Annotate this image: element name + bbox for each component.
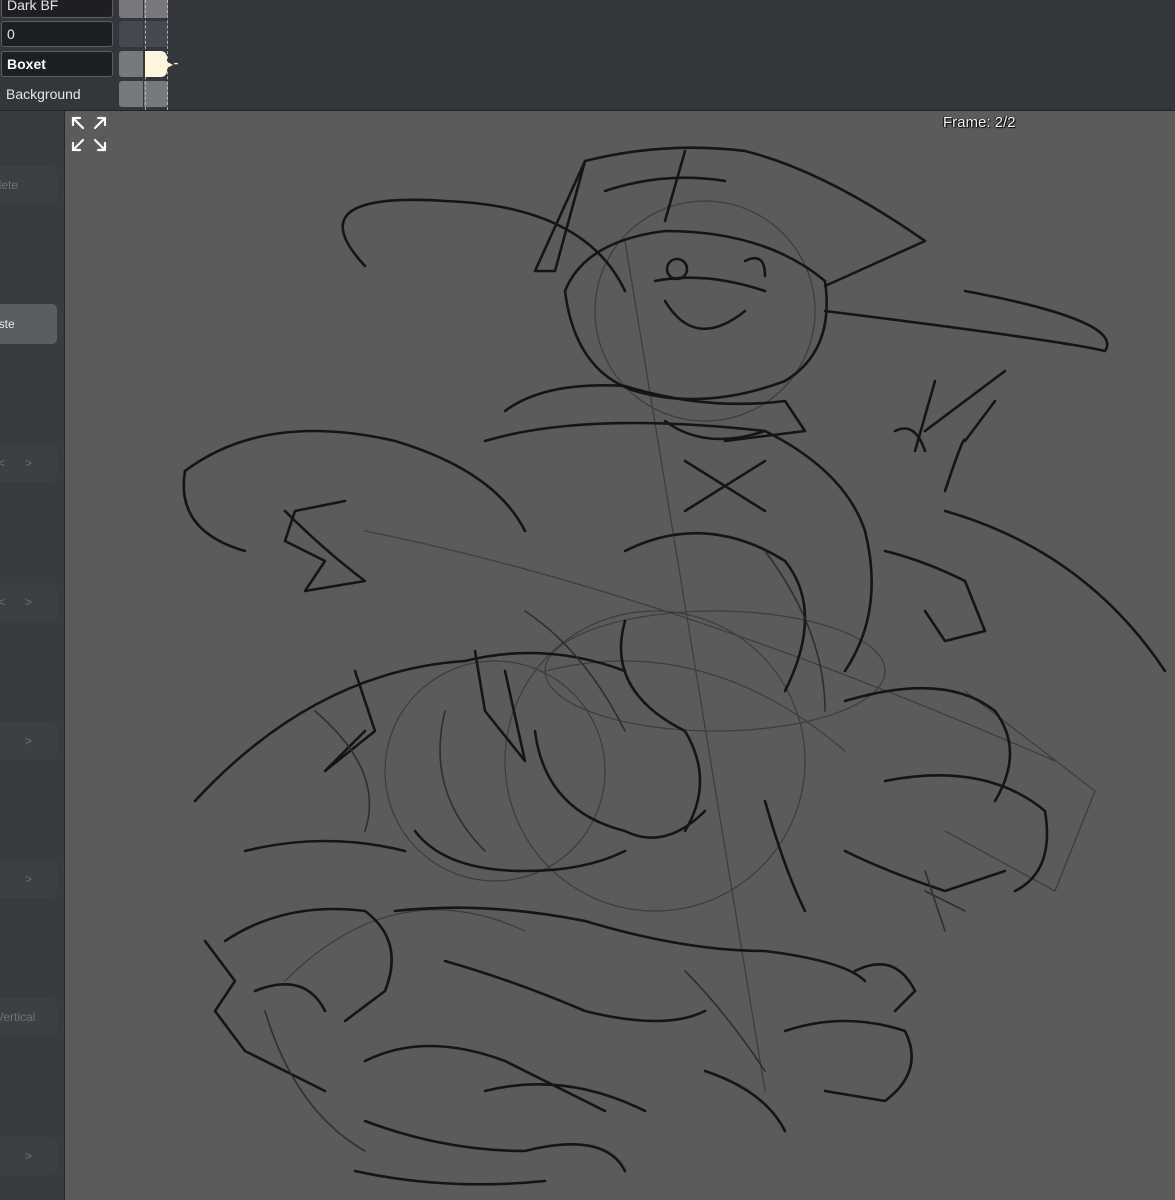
nav-stepper-4[interactable]: > [0,860,57,898]
paste-button[interactable]: aste [0,304,57,344]
playhead-handle[interactable] [145,51,167,77]
expand-arrows-icon[interactable] [70,115,108,153]
flip-vertical-button[interactable]: Vertical [0,998,57,1036]
delete-button[interactable]: elete [0,166,57,204]
nav-stepper-2[interactable]: < > [0,583,57,621]
layer-panel: Dark BF 0 Boxet Background ▸⁃ [0,0,1175,111]
nav-stepper-3[interactable]: > [0,722,57,760]
layer-cel[interactable] [119,51,143,77]
layer-row-background[interactable]: Background [0,81,200,109]
layer-cel[interactable] [144,0,168,18]
layer-name-field[interactable]: 0 [1,21,113,47]
layer-cel[interactable] [119,21,143,47]
layer-name-label[interactable]: Background [1,81,113,107]
sketch-artwork [182,146,1167,1186]
layer-cel[interactable] [144,21,168,47]
layer-cel[interactable] [119,81,143,107]
layer-row-0[interactable]: 0 [0,21,200,49]
layer-name-field[interactable]: Dark BF [1,0,113,18]
nav-stepper-5[interactable]: > [0,1137,57,1175]
playhead-line [167,0,168,110]
drawing-canvas[interactable]: Frame: 2/2 [65,111,1175,1200]
layer-cel[interactable] [144,81,168,107]
frame-counter: Frame: 2/2 [943,114,1016,131]
tool-sidebar: elete aste < > < > > > Vertical > [0,111,65,1200]
nav-stepper-1[interactable]: < > [0,444,57,482]
layer-row-dark-bf[interactable]: Dark BF [0,0,200,20]
layer-cel[interactable] [119,0,143,18]
layer-name-field[interactable]: Boxet [1,51,113,77]
playhead-arrow-icon: ▸⁃ [167,57,180,71]
